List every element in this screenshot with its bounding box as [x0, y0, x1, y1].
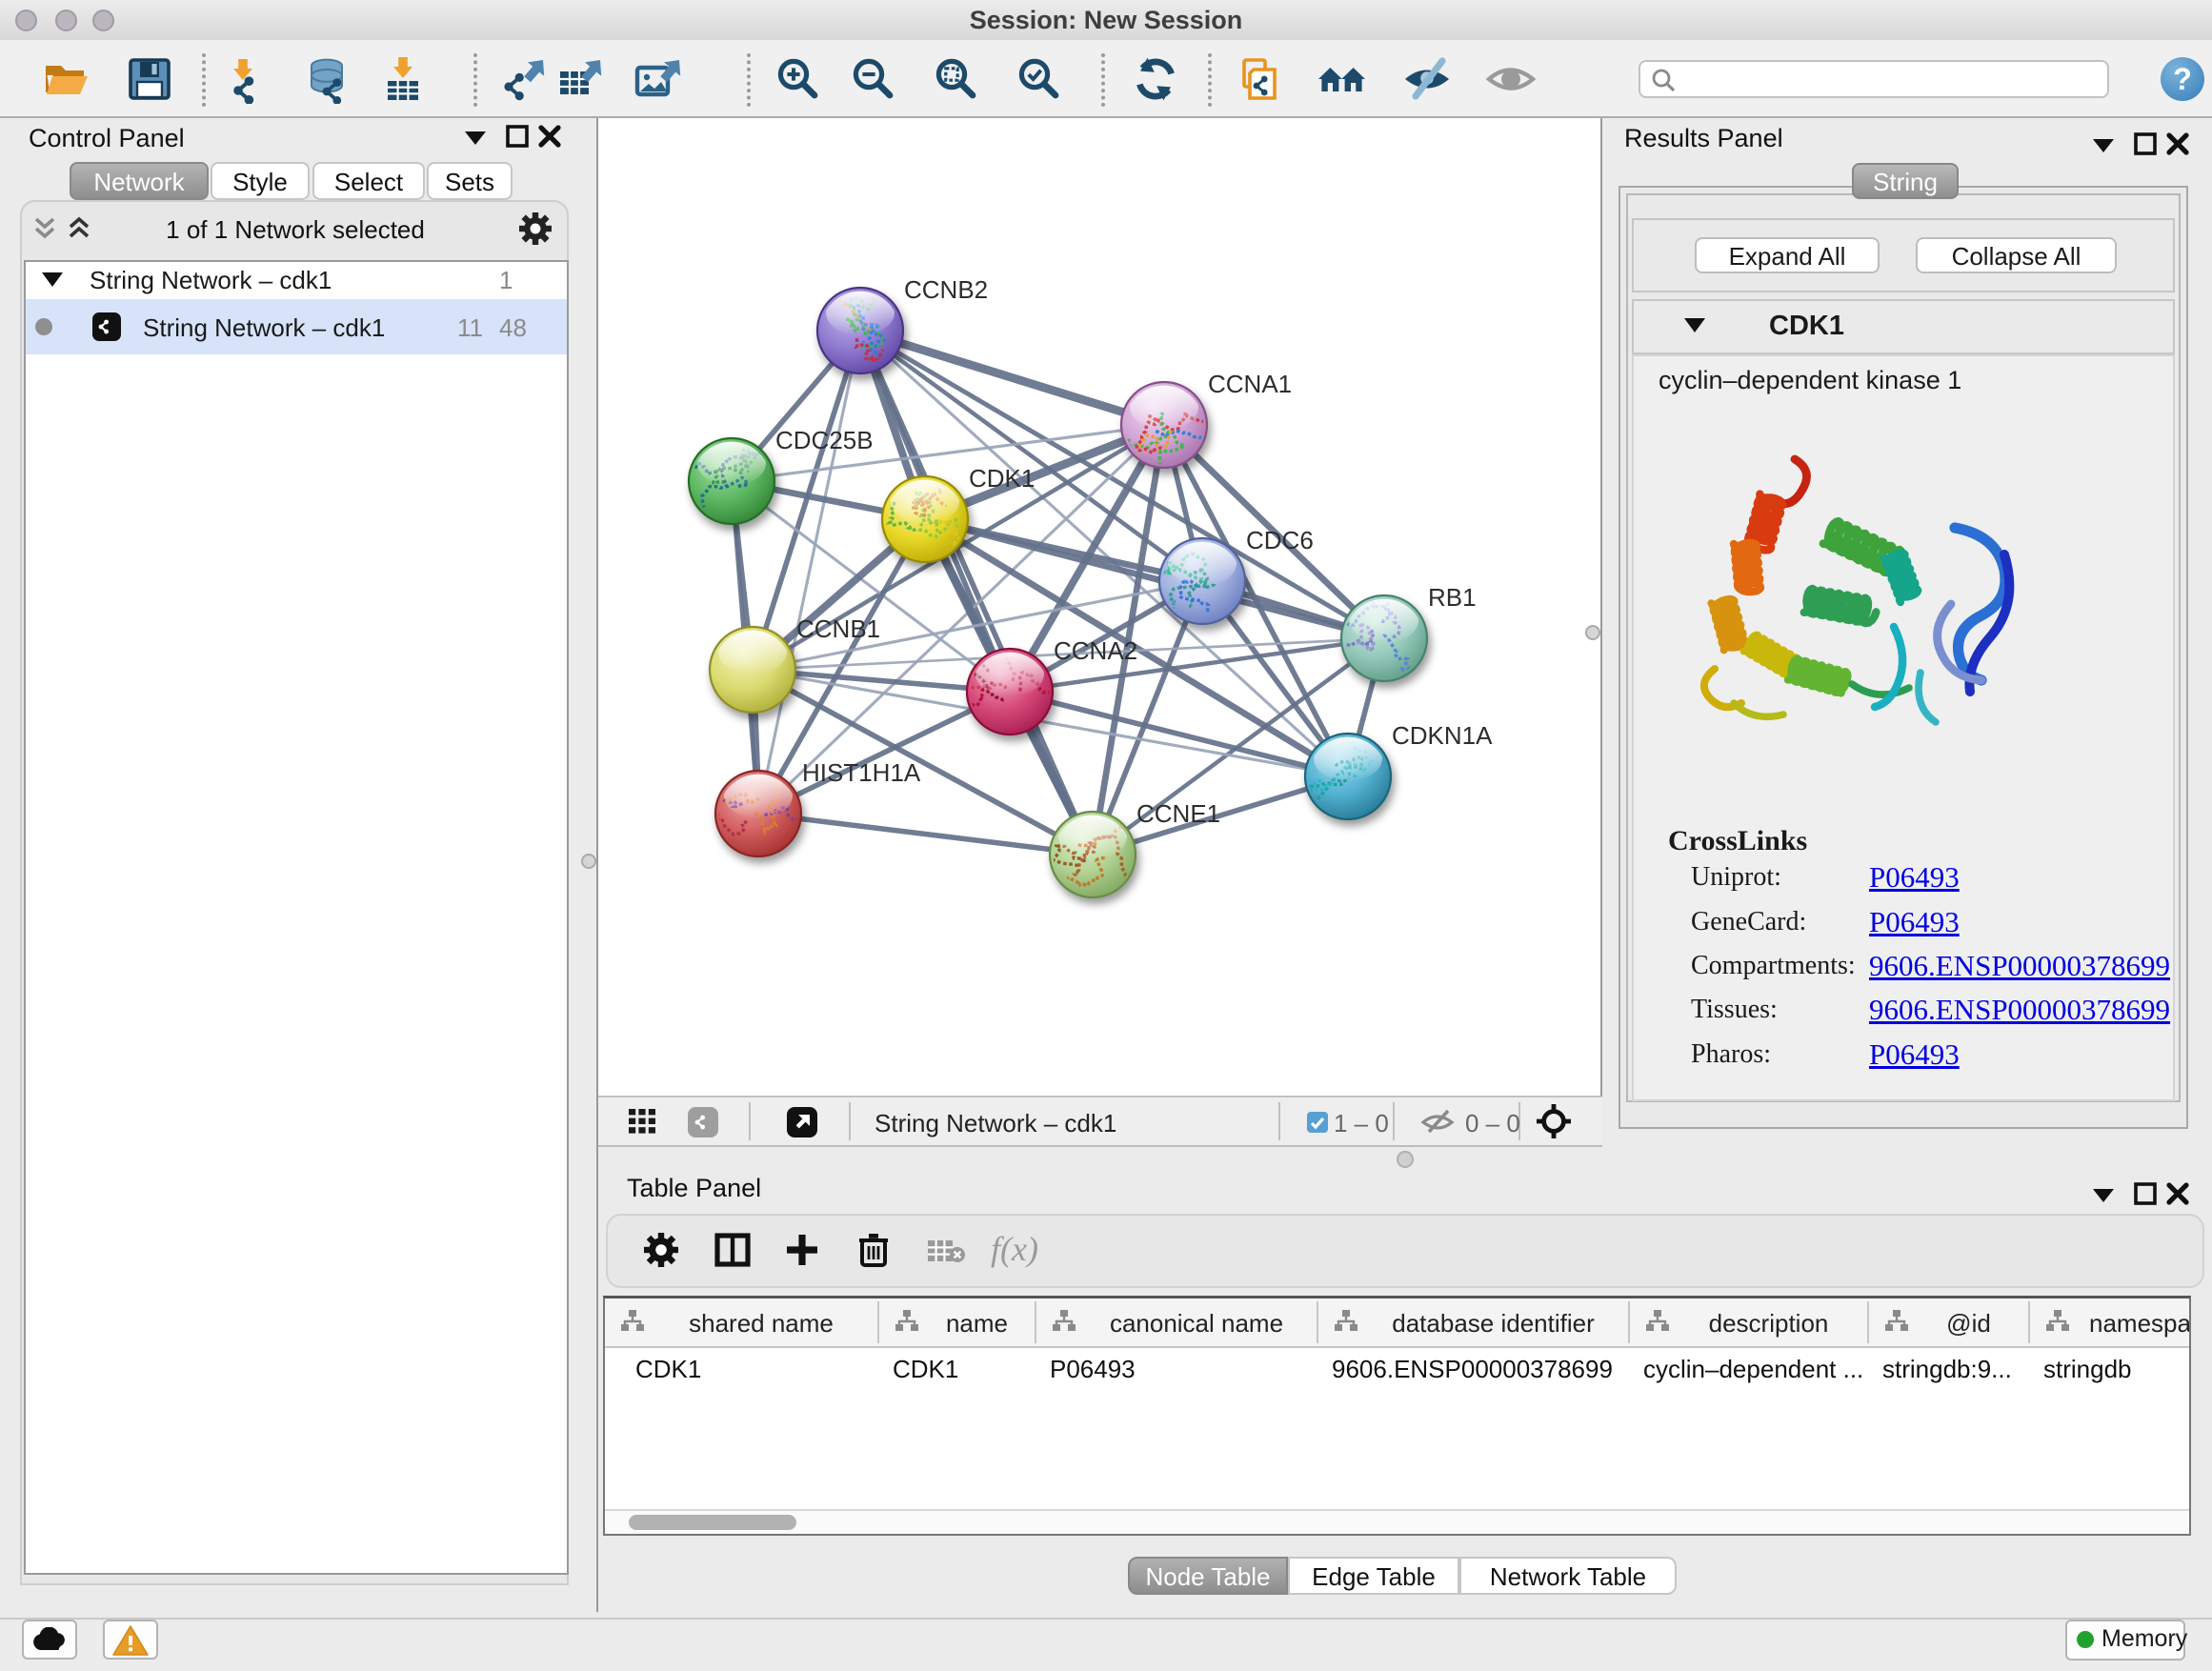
svg-text:RB1: RB1	[1428, 583, 1477, 612]
svg-text:CCNA2: CCNA2	[1054, 636, 1137, 665]
svg-text:CDC25B: CDC25B	[775, 426, 874, 454]
svg-text:CDKN1A: CDKN1A	[1392, 721, 1493, 750]
svg-text:CCNE1: CCNE1	[1136, 799, 1220, 828]
svg-text:CCNB2: CCNB2	[904, 275, 988, 304]
svg-text:CCNA1: CCNA1	[1208, 370, 1292, 398]
svg-text:CCNB1: CCNB1	[796, 614, 880, 643]
svg-text:HIST1H1A: HIST1H1A	[802, 758, 921, 787]
svg-text:CDK1: CDK1	[969, 464, 1035, 493]
svg-text:CDC6: CDC6	[1246, 526, 1314, 554]
